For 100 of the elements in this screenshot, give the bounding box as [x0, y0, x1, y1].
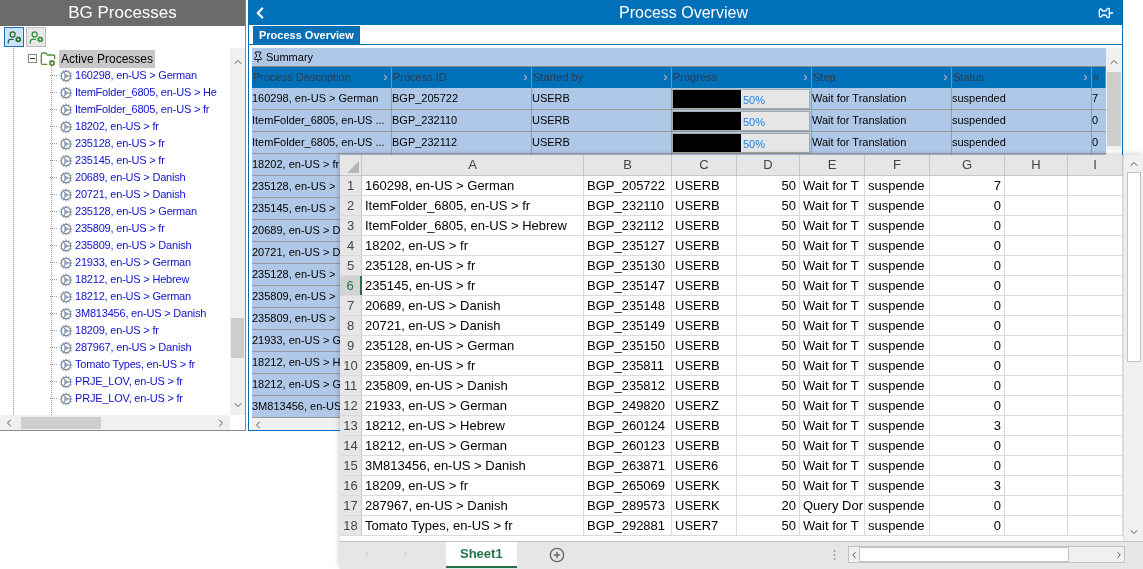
- table-cell: USERB: [672, 316, 737, 335]
- table-cell: Query Dor: [800, 496, 865, 515]
- tree-item[interactable]: 287967, en-US > Danish: [75, 339, 192, 356]
- row-header[interactable]: 17: [340, 496, 362, 515]
- tree-item[interactable]: 20721, en-US > Danish: [75, 186, 186, 203]
- tree-item[interactable]: 21933, en-US > German: [75, 254, 191, 271]
- column-header[interactable]: C: [672, 155, 737, 175]
- table-cell: Wait for T: [800, 316, 865, 335]
- column-header[interactable]: E: [800, 155, 865, 175]
- table-cell: suspende: [865, 296, 930, 315]
- table-cell: 235809, en-US > fr: [362, 356, 584, 375]
- sheet-tab[interactable]: Sheet1: [446, 542, 517, 568]
- tree-item[interactable]: 18202, en-US > fr: [75, 118, 159, 135]
- table-cell: Wait for T: [800, 376, 865, 395]
- previous-sheet-icon[interactable]: [362, 549, 372, 559]
- toolbar-button[interactable]: [26, 27, 46, 47]
- table-cell: 50: [737, 216, 800, 235]
- table-cell: 0: [930, 296, 1005, 315]
- table-cell: Wait for T: [800, 196, 865, 215]
- table-cell: Wait for T: [800, 436, 865, 455]
- scrollbar-thumb[interactable]: [859, 547, 1069, 562]
- row-header[interactable]: 16: [340, 476, 362, 495]
- table-cell: suspende: [865, 176, 930, 195]
- tree-item[interactable]: Tomato Types, en-US > fr: [75, 356, 196, 373]
- row-header[interactable]: 8: [340, 316, 362, 335]
- tree-item[interactable]: 235128, en-US > German: [75, 203, 197, 220]
- table-cell: suspende: [865, 276, 930, 295]
- row-header[interactable]: 10: [340, 356, 362, 375]
- column-header[interactable]: H: [1005, 155, 1068, 175]
- scrollbar-thumb[interactable]: [21, 416, 101, 429]
- row-header[interactable]: 4: [340, 236, 362, 255]
- tree-item[interactable]: 235809, en-US > Danish: [75, 237, 192, 254]
- horizontal-scrollbar[interactable]: [0, 415, 230, 430]
- row-header[interactable]: 9: [340, 336, 362, 355]
- tree-item[interactable]: 235145, en-US > fr: [75, 152, 165, 169]
- table-cell: suspended: [952, 110, 1092, 131]
- tree-item[interactable]: ItemFolder_6805, en-US > He: [75, 84, 217, 101]
- scrollbar-thumb[interactable]: [1107, 72, 1121, 146]
- gear-icon: [59, 187, 73, 202]
- vertical-scrollbar[interactable]: [230, 48, 245, 415]
- table-cell: BGP_260123: [584, 436, 672, 455]
- table-cell: USERB: [672, 296, 737, 315]
- scroll-right-icon[interactable]: [1114, 549, 1124, 560]
- row-header[interactable]: 6: [340, 276, 362, 295]
- horizontal-scrollbar[interactable]: [848, 546, 1125, 563]
- row-header[interactable]: 14: [340, 436, 362, 455]
- table-cell: 235809, en-US > Danish: [362, 376, 584, 395]
- tree-item[interactable]: 235128, en-US > fr: [75, 135, 165, 152]
- tree-item[interactable]: 3M813456, en-US > Danish: [75, 305, 207, 322]
- tree-item[interactable]: 18212, en-US > Hebrew: [75, 271, 190, 288]
- collapse-box-icon[interactable]: [28, 54, 37, 63]
- table-cell: ItemFolder_6805, en-US ...: [252, 110, 392, 131]
- column-header[interactable]: D: [737, 155, 800, 175]
- tree-item[interactable]: Active Processes: [59, 49, 156, 68]
- next-sheet-icon[interactable]: [400, 549, 410, 559]
- tree-item[interactable]: ItemFolder_6805, en-US > fr: [75, 101, 210, 118]
- table-cell: 7: [930, 176, 1005, 195]
- pin-icon[interactable]: [1098, 5, 1114, 21]
- table-cell: Wait for T: [800, 256, 865, 275]
- chevron-icon: [941, 73, 950, 82]
- add-sheet-icon[interactable]: [548, 547, 565, 563]
- scroll-left-icon[interactable]: [849, 549, 859, 560]
- scrollbar-thumb[interactable]: [1126, 172, 1141, 362]
- vertical-scrollbar[interactable]: [1123, 155, 1143, 541]
- vertical-scrollbar[interactable]: [1106, 48, 1122, 150]
- column-header[interactable]: G: [930, 155, 1005, 175]
- row-header[interactable]: 1: [340, 176, 362, 195]
- splitter-icon[interactable]: [833, 549, 836, 561]
- row-header[interactable]: 2: [340, 196, 362, 215]
- row-header[interactable]: 7: [340, 296, 362, 315]
- table-cell: USER6: [672, 456, 737, 475]
- column-header[interactable]: F: [865, 155, 930, 175]
- row-header[interactable]: 15: [340, 456, 362, 475]
- table-cell: USER7: [672, 516, 737, 535]
- tree-item[interactable]: 18209, en-US > fr: [75, 322, 159, 339]
- row-header[interactable]: 18: [340, 516, 362, 535]
- tree-item[interactable]: PRJE_LOV, en-US > fr: [75, 373, 183, 390]
- tab[interactable]: Process Overview: [253, 26, 360, 44]
- scrollbar-thumb[interactable]: [231, 318, 244, 358]
- column-header[interactable]: A: [362, 155, 584, 175]
- select-all-icon[interactable]: [347, 161, 359, 173]
- tree-item[interactable]: 20689, en-US > Danish: [75, 169, 186, 186]
- toolbar-button[interactable]: [4, 27, 24, 47]
- tree-item[interactable]: 18212, en-US > German: [75, 288, 191, 305]
- row-header[interactable]: 5: [340, 256, 362, 275]
- table-cell: 0: [930, 356, 1005, 375]
- tree-item[interactable]: 235809, en-US > fr: [75, 220, 165, 237]
- chevron-icon: [661, 73, 670, 82]
- row-header[interactable]: 12: [340, 396, 362, 415]
- tree-item[interactable]: PRJE_LOV, en-US > fr: [75, 390, 183, 407]
- table-cell: 0: [930, 276, 1005, 295]
- table-cell: suspended: [952, 88, 1092, 109]
- table-cell: suspende: [865, 236, 930, 255]
- table-cell: 50: [737, 336, 800, 355]
- row-header[interactable]: 3: [340, 216, 362, 235]
- row-header[interactable]: 13: [340, 416, 362, 435]
- tree-item[interactable]: 160298, en-US > German: [75, 67, 197, 84]
- row-header[interactable]: 11: [340, 376, 362, 395]
- table-cell: BGP_232112: [584, 216, 672, 235]
- column-header[interactable]: B: [584, 155, 672, 175]
